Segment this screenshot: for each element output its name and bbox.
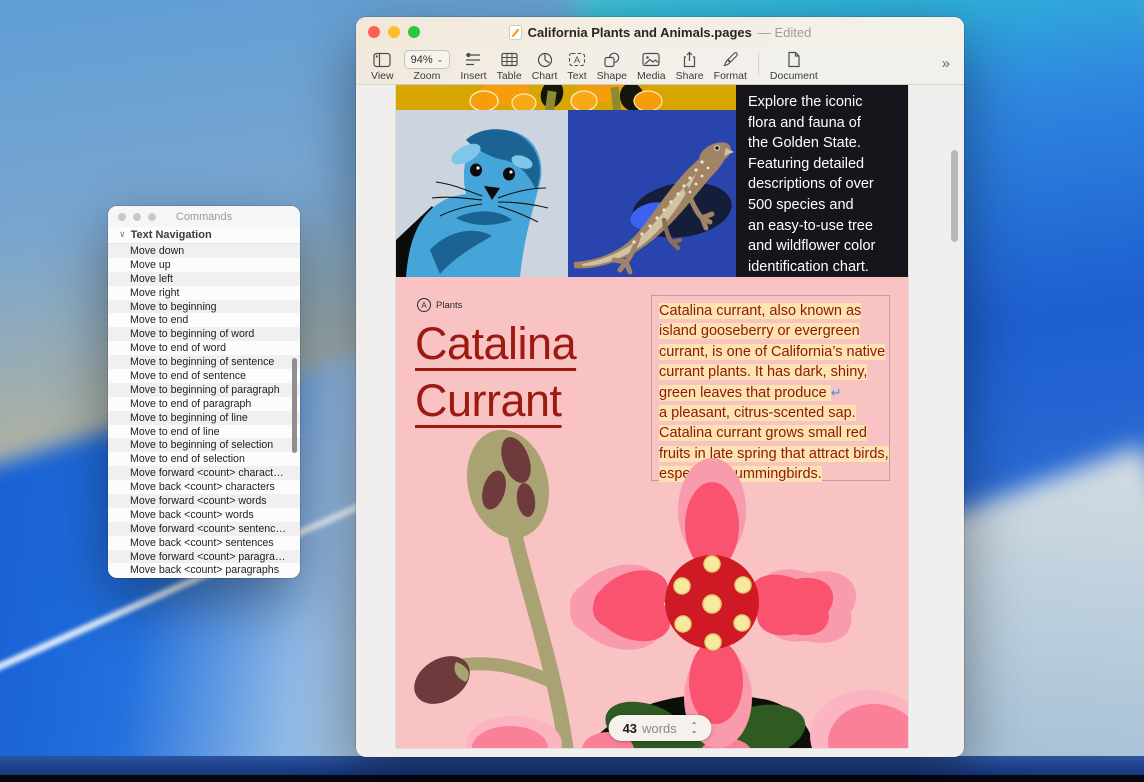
seal-illustration — [396, 110, 568, 277]
command-item[interactable]: Move to end of line — [108, 425, 300, 439]
table-button[interactable]: Table — [497, 50, 522, 84]
close-button[interactable] — [368, 26, 380, 38]
document-icon — [787, 50, 801, 69]
command-item[interactable]: Move down — [108, 244, 300, 258]
shape-icon — [603, 50, 621, 69]
command-item[interactable]: Move back <count> paragraphs — [108, 563, 300, 577]
stepper-icon[interactable]: ⌃ ⌄ — [691, 723, 698, 734]
command-item[interactable]: Move to end of word — [108, 341, 300, 355]
window-title: California Plants and Animals.pages — [528, 25, 752, 40]
pages-scrollbar-thumb[interactable] — [951, 150, 958, 242]
section-header-text-navigation[interactable]: ∨ Text Navigation — [108, 227, 300, 244]
command-item[interactable]: Move forward <count> words — [108, 494, 300, 508]
chevron-down-icon: ⌄ — [437, 55, 444, 64]
text-button[interactable]: A Text — [567, 50, 586, 84]
command-item[interactable]: Move forward <count> paragra… — [108, 550, 300, 564]
document-button[interactable]: Document — [770, 50, 818, 84]
wallpaper-black-band — [0, 775, 1144, 782]
command-item[interactable]: Move to beginning of word — [108, 327, 300, 341]
command-item[interactable]: Move to beginning of paragraph — [108, 383, 300, 397]
command-item[interactable]: Move to end of selection — [108, 452, 300, 466]
insert-icon — [464, 50, 482, 69]
command-item[interactable]: Move left — [108, 272, 300, 286]
line-break-character: ↵ — [831, 385, 842, 400]
zoom-dropdown[interactable]: 94%⌄ — [404, 50, 451, 69]
command-item[interactable]: Move back <count> words — [108, 508, 300, 522]
window-edited-status: — Edited — [758, 25, 811, 40]
plant-section: A Plants Catalina Currant Catalina curra… — [396, 277, 908, 748]
command-item[interactable]: Move right — [108, 286, 300, 300]
wallpaper-navy-band — [0, 756, 1144, 775]
commands-window: Commands ∨ Text Navigation Move down Mov… — [108, 206, 300, 578]
word-count-value: 43 — [623, 721, 637, 736]
command-item[interactable]: Move forward <count> sentenc… — [108, 522, 300, 536]
command-item[interactable]: Move back <count> characters — [108, 480, 300, 494]
command-item[interactable]: Move to beginning of sentence — [108, 355, 300, 369]
shape-button[interactable]: Shape — [597, 50, 627, 84]
command-item[interactable]: Move up — [108, 258, 300, 272]
insert-button[interactable]: Insert — [460, 50, 486, 84]
command-item[interactable]: Move to end of paragraph — [108, 397, 300, 411]
text-icon: A — [568, 50, 586, 69]
commands-titlebar[interactable]: Commands — [108, 206, 300, 227]
pages-window: California Plants and Animals.pages — Ed… — [356, 17, 964, 757]
word-count-control[interactable]: 43 words ⌃ ⌄ — [609, 715, 712, 741]
view-button[interactable]: View — [371, 50, 394, 84]
zoom-window-button[interactable] — [408, 26, 420, 38]
media-button[interactable]: Media — [637, 50, 666, 84]
chart-button[interactable]: Chart — [532, 50, 558, 84]
toolbar-divider — [758, 53, 759, 75]
document-page[interactable]: Explore the iconic flora and fauna of th… — [396, 85, 908, 748]
share-icon — [682, 50, 697, 69]
badge-label: Plants — [436, 300, 462, 311]
table-icon — [501, 50, 518, 69]
commands-window-title: Commands — [108, 211, 300, 223]
format-button[interactable]: Format — [714, 50, 747, 84]
media-icon — [642, 50, 660, 69]
commands-scrollbar-thumb[interactable] — [292, 358, 297, 453]
flower-illustration — [396, 428, 908, 748]
lizard-illustration — [568, 110, 736, 277]
toolbar-overflow-chevron[interactable]: » — [942, 55, 950, 72]
disclosure-chevron-icon[interactable]: ∨ — [119, 229, 126, 240]
category-badge: A Plants — [417, 298, 462, 312]
command-item[interactable]: Move forward <count> charact… — [108, 466, 300, 480]
document-proxy-icon — [509, 25, 522, 40]
commands-list: Move down Move up Move left Move right M… — [108, 244, 300, 577]
format-icon — [722, 50, 739, 69]
hero-text-panel[interactable]: Explore the iconic flora and fauna of th… — [736, 85, 908, 277]
command-item[interactable]: Move to beginning of selection — [108, 438, 300, 452]
plant-heading[interactable]: Catalina Currant — [415, 315, 576, 429]
command-item[interactable]: Move to end of sentence — [108, 369, 300, 383]
badge-letter: A — [417, 298, 431, 312]
word-count-label: words — [642, 721, 677, 736]
command-item[interactable]: Move to beginning — [108, 300, 300, 314]
view-icon — [373, 50, 392, 69]
share-button[interactable]: Share — [676, 50, 704, 84]
chart-icon — [537, 50, 553, 69]
poppy-banner-illustration — [396, 85, 736, 110]
svg-text:A: A — [574, 55, 581, 66]
pages-canvas: Explore the iconic flora and fauna of th… — [356, 85, 964, 756]
pages-titlebar[interactable]: California Plants and Animals.pages — Ed… — [356, 17, 964, 47]
command-item[interactable]: Move to end — [108, 313, 300, 327]
zoom-control[interactable]: 94%⌄ Zoom — [404, 50, 451, 84]
pages-toolbar: View 94%⌄ Zoom Insert Table Chart — [356, 47, 964, 85]
traffic-lights — [356, 26, 420, 38]
minimize-button[interactable] — [388, 26, 400, 38]
command-item[interactable]: Move back <count> sentences — [108, 536, 300, 550]
command-item[interactable]: Move to beginning of line — [108, 411, 300, 425]
